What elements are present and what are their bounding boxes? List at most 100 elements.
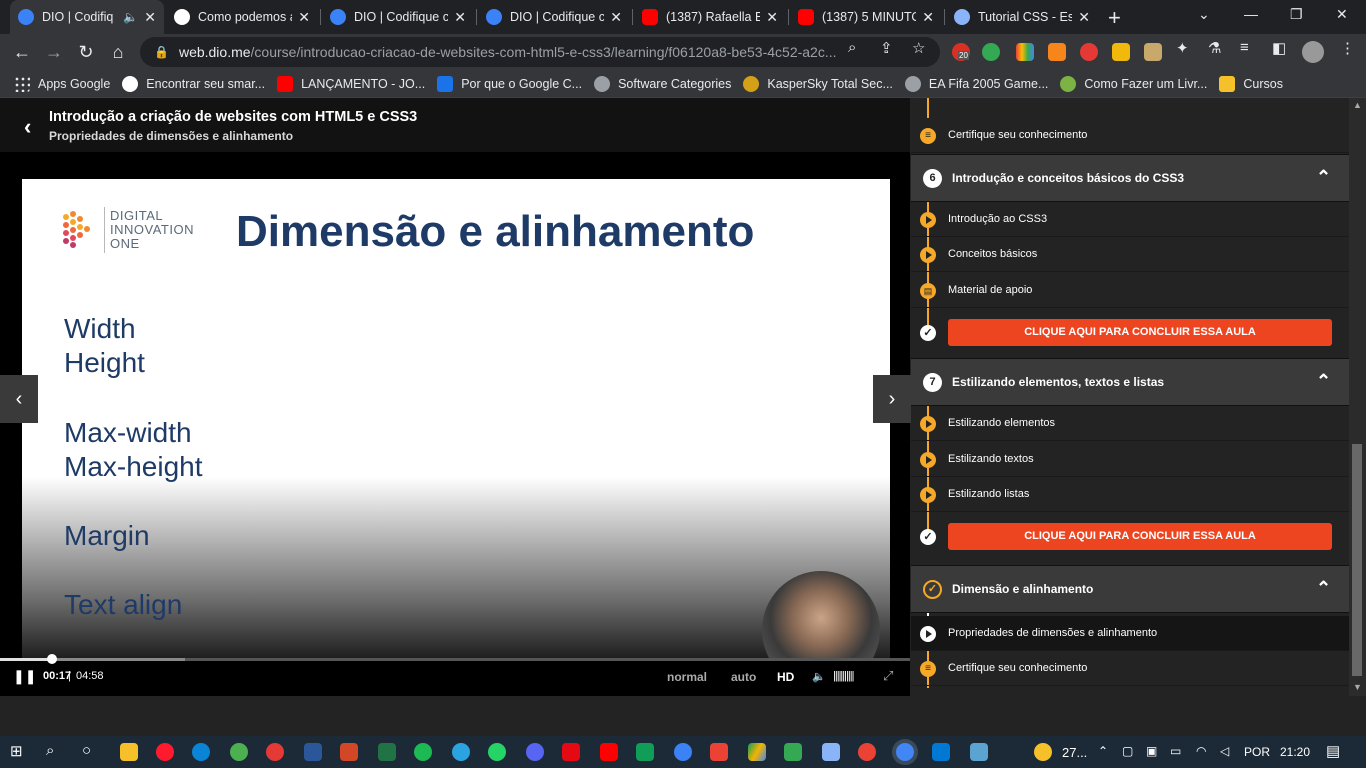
bookmark-lancamento[interactable]: LANÇAMENTO - JO... [277,75,425,92]
globe-app-icon[interactable] [674,743,692,761]
complete-lesson-button[interactable]: CLIQUE AQUI PARA CONCLUIR ESSA AULA [948,523,1332,550]
close-tab-icon[interactable]: ✕ [454,9,466,26]
avatar[interactable] [1302,41,1324,63]
restore-button[interactable]: ❐ [1290,6,1303,23]
powerpoint-icon[interactable] [340,743,358,761]
file-explorer-icon[interactable] [120,743,138,761]
bookmark-software-categories[interactable]: Software Categories [594,75,731,92]
bookmark-apps-google[interactable]: Apps Google [14,75,110,92]
speed-button[interactable]: normal [667,670,707,684]
back-arrow-icon[interactable]: ‹ [24,114,31,140]
netflix-icon[interactable] [562,743,580,761]
wallet-extension-icon[interactable] [1144,43,1162,61]
green-app-icon[interactable] [784,743,802,761]
lesson-item[interactable]: ≡ Certifique seu conhecimento [911,651,1349,686]
whatsapp-icon[interactable] [488,743,506,761]
battery-icon[interactable]: ▭ [1170,744,1181,758]
chrome-active-icon[interactable] [896,743,914,761]
tab-tutorial-css[interactable]: Tutorial CSS - Est ✕ [946,0,1098,34]
lesson-item[interactable]: Introdução ao CSS3 [911,202,1349,237]
menu-kebab-icon[interactable]: ⋮ [1340,39,1355,57]
extensions-puzzle-icon[interactable]: ✦ [1176,39,1189,57]
google-drive-icon[interactable] [748,743,766,761]
sheets-icon[interactable] [636,743,654,761]
sidebar-scrollbar[interactable]: ▲ ▼ [1349,98,1366,696]
volume-icon[interactable]: 🔈 [812,670,826,683]
audio-icon[interactable]: 🔈 [123,10,138,24]
pause-icon[interactable]: ❚❚ [13,668,36,685]
reload-button[interactable]: ↻ [74,40,98,64]
lesson-item-current[interactable]: Propriedades de dimensões e alinhamento [911,616,1349,651]
close-tab-icon[interactable]: ✕ [1078,9,1090,26]
close-tab-icon[interactable]: ✕ [298,9,310,26]
lesson-item[interactable]: Estilizando textos [911,442,1349,477]
remote-desktop-icon[interactable] [822,743,840,761]
close-tab-icon[interactable]: ✕ [922,9,934,26]
color-extension-icon[interactable] [1016,43,1034,61]
chrome-pinned-icon[interactable] [858,743,876,761]
quality-button[interactable]: auto [731,670,756,684]
chevron-up-icon[interactable]: ⌃ [1316,167,1331,188]
search-icon[interactable]: ⌕ [46,742,54,759]
tab-dio-3[interactable]: DIO | Codifique c ✕ [478,0,630,34]
close-tab-icon[interactable]: ✕ [610,9,622,26]
tab-google-search[interactable]: Como podemos a ✕ [166,0,318,34]
wifi-icon[interactable]: ◠ [1196,744,1206,758]
tab-youtube-2[interactable]: (1387) 5 MINUTO ✕ [790,0,942,34]
tray-chevron-icon[interactable]: ⌃ [1098,744,1108,758]
labs-flask-icon[interactable]: ⚗ [1208,39,1221,57]
bookmark-como-fazer-livro[interactable]: Como Fazer um Livr... [1060,75,1207,92]
bookmark-kaspersky[interactable]: KasperSky Total Sec... [743,75,893,92]
word-icon[interactable] [304,743,322,761]
weather-temp[interactable]: 27... [1062,745,1087,760]
close-window-button[interactable]: ✕ [1336,6,1348,23]
scroll-up-icon[interactable]: ▲ [1353,100,1362,110]
chevron-up-icon[interactable]: ⌃ [1316,371,1331,392]
bookmark-encontrar[interactable]: Encontrar seu smar... [122,75,265,92]
minimize-button[interactable]: — [1244,6,1258,22]
bookmark-por-que-google[interactable]: Por que o Google C... [437,75,582,92]
new-tab-button[interactable]: + [1108,5,1121,31]
clock[interactable]: 21:20 [1280,745,1310,759]
address-bar[interactable]: 🔒 web.dio.me /course/introducao-criacao-… [140,37,940,67]
side-panel-icon[interactable]: ◧ [1272,39,1286,57]
chevron-up-icon[interactable]: ⌃ [1316,578,1331,599]
lesson-item[interactable]: ▤ Material de apoio [911,273,1349,308]
speaker-icon[interactable]: ◁ [1220,744,1229,758]
share-icon[interactable]: ⇪ [880,39,893,57]
extension-icon[interactable]: 20 [952,43,970,61]
tab-dio-2[interactable]: DIO | Codifique c ✕ [322,0,474,34]
tab-youtube-1[interactable]: (1387) Rafaella B ✕ [634,0,786,34]
media-queue-icon[interactable]: ≡ [1240,39,1249,56]
windows-start-icon[interactable]: ⊞ [10,742,23,760]
gmail-icon[interactable] [710,743,728,761]
zoom-search-icon[interactable]: ⌕ [848,39,856,56]
previous-lesson-arrow[interactable]: ‹ [0,375,38,423]
money-extension-icon[interactable] [982,43,1000,61]
red-app-icon[interactable] [266,743,284,761]
video-progress-bar[interactable] [0,654,910,664]
module-header-7[interactable]: 7 Estilizando elementos, textos e listas… [911,358,1349,406]
lesson-item[interactable]: Estilizando elementos [911,406,1349,441]
photos-icon[interactable] [970,743,988,761]
tray-app-icon[interactable]: ▢ [1122,744,1133,758]
module-header-6[interactable]: 6 Introdução e conceitos básicos do CSS3… [911,154,1349,202]
opera-icon[interactable] [156,743,174,761]
home-button[interactable]: ⌂ [106,40,130,64]
module-header-current[interactable]: ✓ Dimensão e alinhamento ⌃ [911,565,1349,613]
tab-search-icon[interactable]: ⌄ [1198,6,1210,23]
complete-lesson-button[interactable]: CLIQUE AQUI PARA CONCLUIR ESSA AULA [948,319,1332,346]
bookmark-folder-cursos[interactable]: Cursos [1219,75,1283,92]
close-tab-icon[interactable]: ✕ [766,9,778,26]
task-view-icon[interactable]: ○ [82,742,91,759]
tray-network-icon[interactable]: ▣ [1146,744,1157,758]
notifications-icon[interactable]: ▤ [1326,742,1340,760]
metamask-icon[interactable] [1048,43,1066,61]
lesson-item[interactable]: Estilizando listas [911,477,1349,512]
lesson-item[interactable]: ≡ Certifique seu conhecimento [911,118,1349,153]
telegram-icon[interactable] [452,743,470,761]
hd-toggle[interactable]: HD [777,670,794,684]
utorrent-icon[interactable] [230,743,248,761]
scroll-down-icon[interactable]: ▼ [1353,682,1362,692]
fullscreen-icon[interactable]: ⤢ [883,668,893,684]
